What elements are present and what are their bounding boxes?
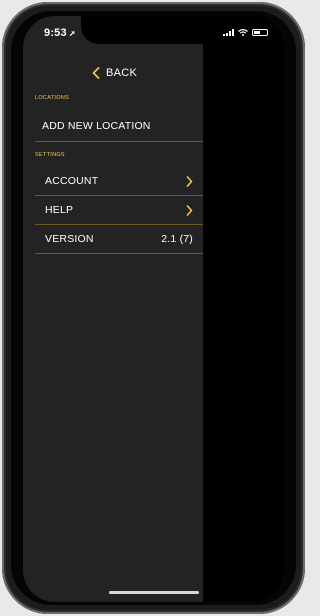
home-indicator[interactable] [109, 591, 199, 594]
back-button[interactable]: BACK [92, 67, 137, 79]
chevron-left-icon [92, 67, 100, 79]
battery-icon [252, 29, 268, 36]
settings-item-help[interactable]: HELP [35, 196, 203, 224]
screen: BACK LOCATIONS ADD NEW LOCATION SETTINGS… [23, 16, 284, 602]
main-content-overlay[interactable] [203, 16, 284, 602]
status-time: 9:53 ➚ [44, 27, 76, 39]
status-time-text: 9:53 [44, 27, 67, 39]
account-label: ACCOUNT [45, 175, 99, 187]
settings-item-account[interactable]: ACCOUNT [35, 167, 203, 195]
locations-section-title: LOCATIONS [35, 95, 70, 101]
status-icons [223, 29, 268, 36]
location-arrow-icon: ➚ [68, 29, 76, 38]
chevron-right-icon [186, 204, 193, 216]
divider [35, 141, 203, 142]
notch [81, 16, 227, 44]
settings-item-version: VERSION 2.1 (7) [35, 225, 203, 253]
settings-section-title: SETTINGS [35, 152, 65, 158]
version-value: 2.1 (7) [161, 233, 193, 245]
add-new-location-label: ADD NEW LOCATION [42, 120, 151, 132]
side-drawer: BACK LOCATIONS ADD NEW LOCATION SETTINGS… [23, 16, 203, 602]
chevron-right-icon [186, 175, 193, 187]
back-label: BACK [106, 67, 138, 79]
version-label: VERSION [45, 233, 94, 245]
signal-icon [223, 29, 234, 36]
help-label: HELP [45, 204, 74, 216]
add-new-location-button[interactable]: ADD NEW LOCATION [35, 112, 203, 140]
divider [35, 253, 203, 254]
wifi-icon [238, 29, 248, 36]
